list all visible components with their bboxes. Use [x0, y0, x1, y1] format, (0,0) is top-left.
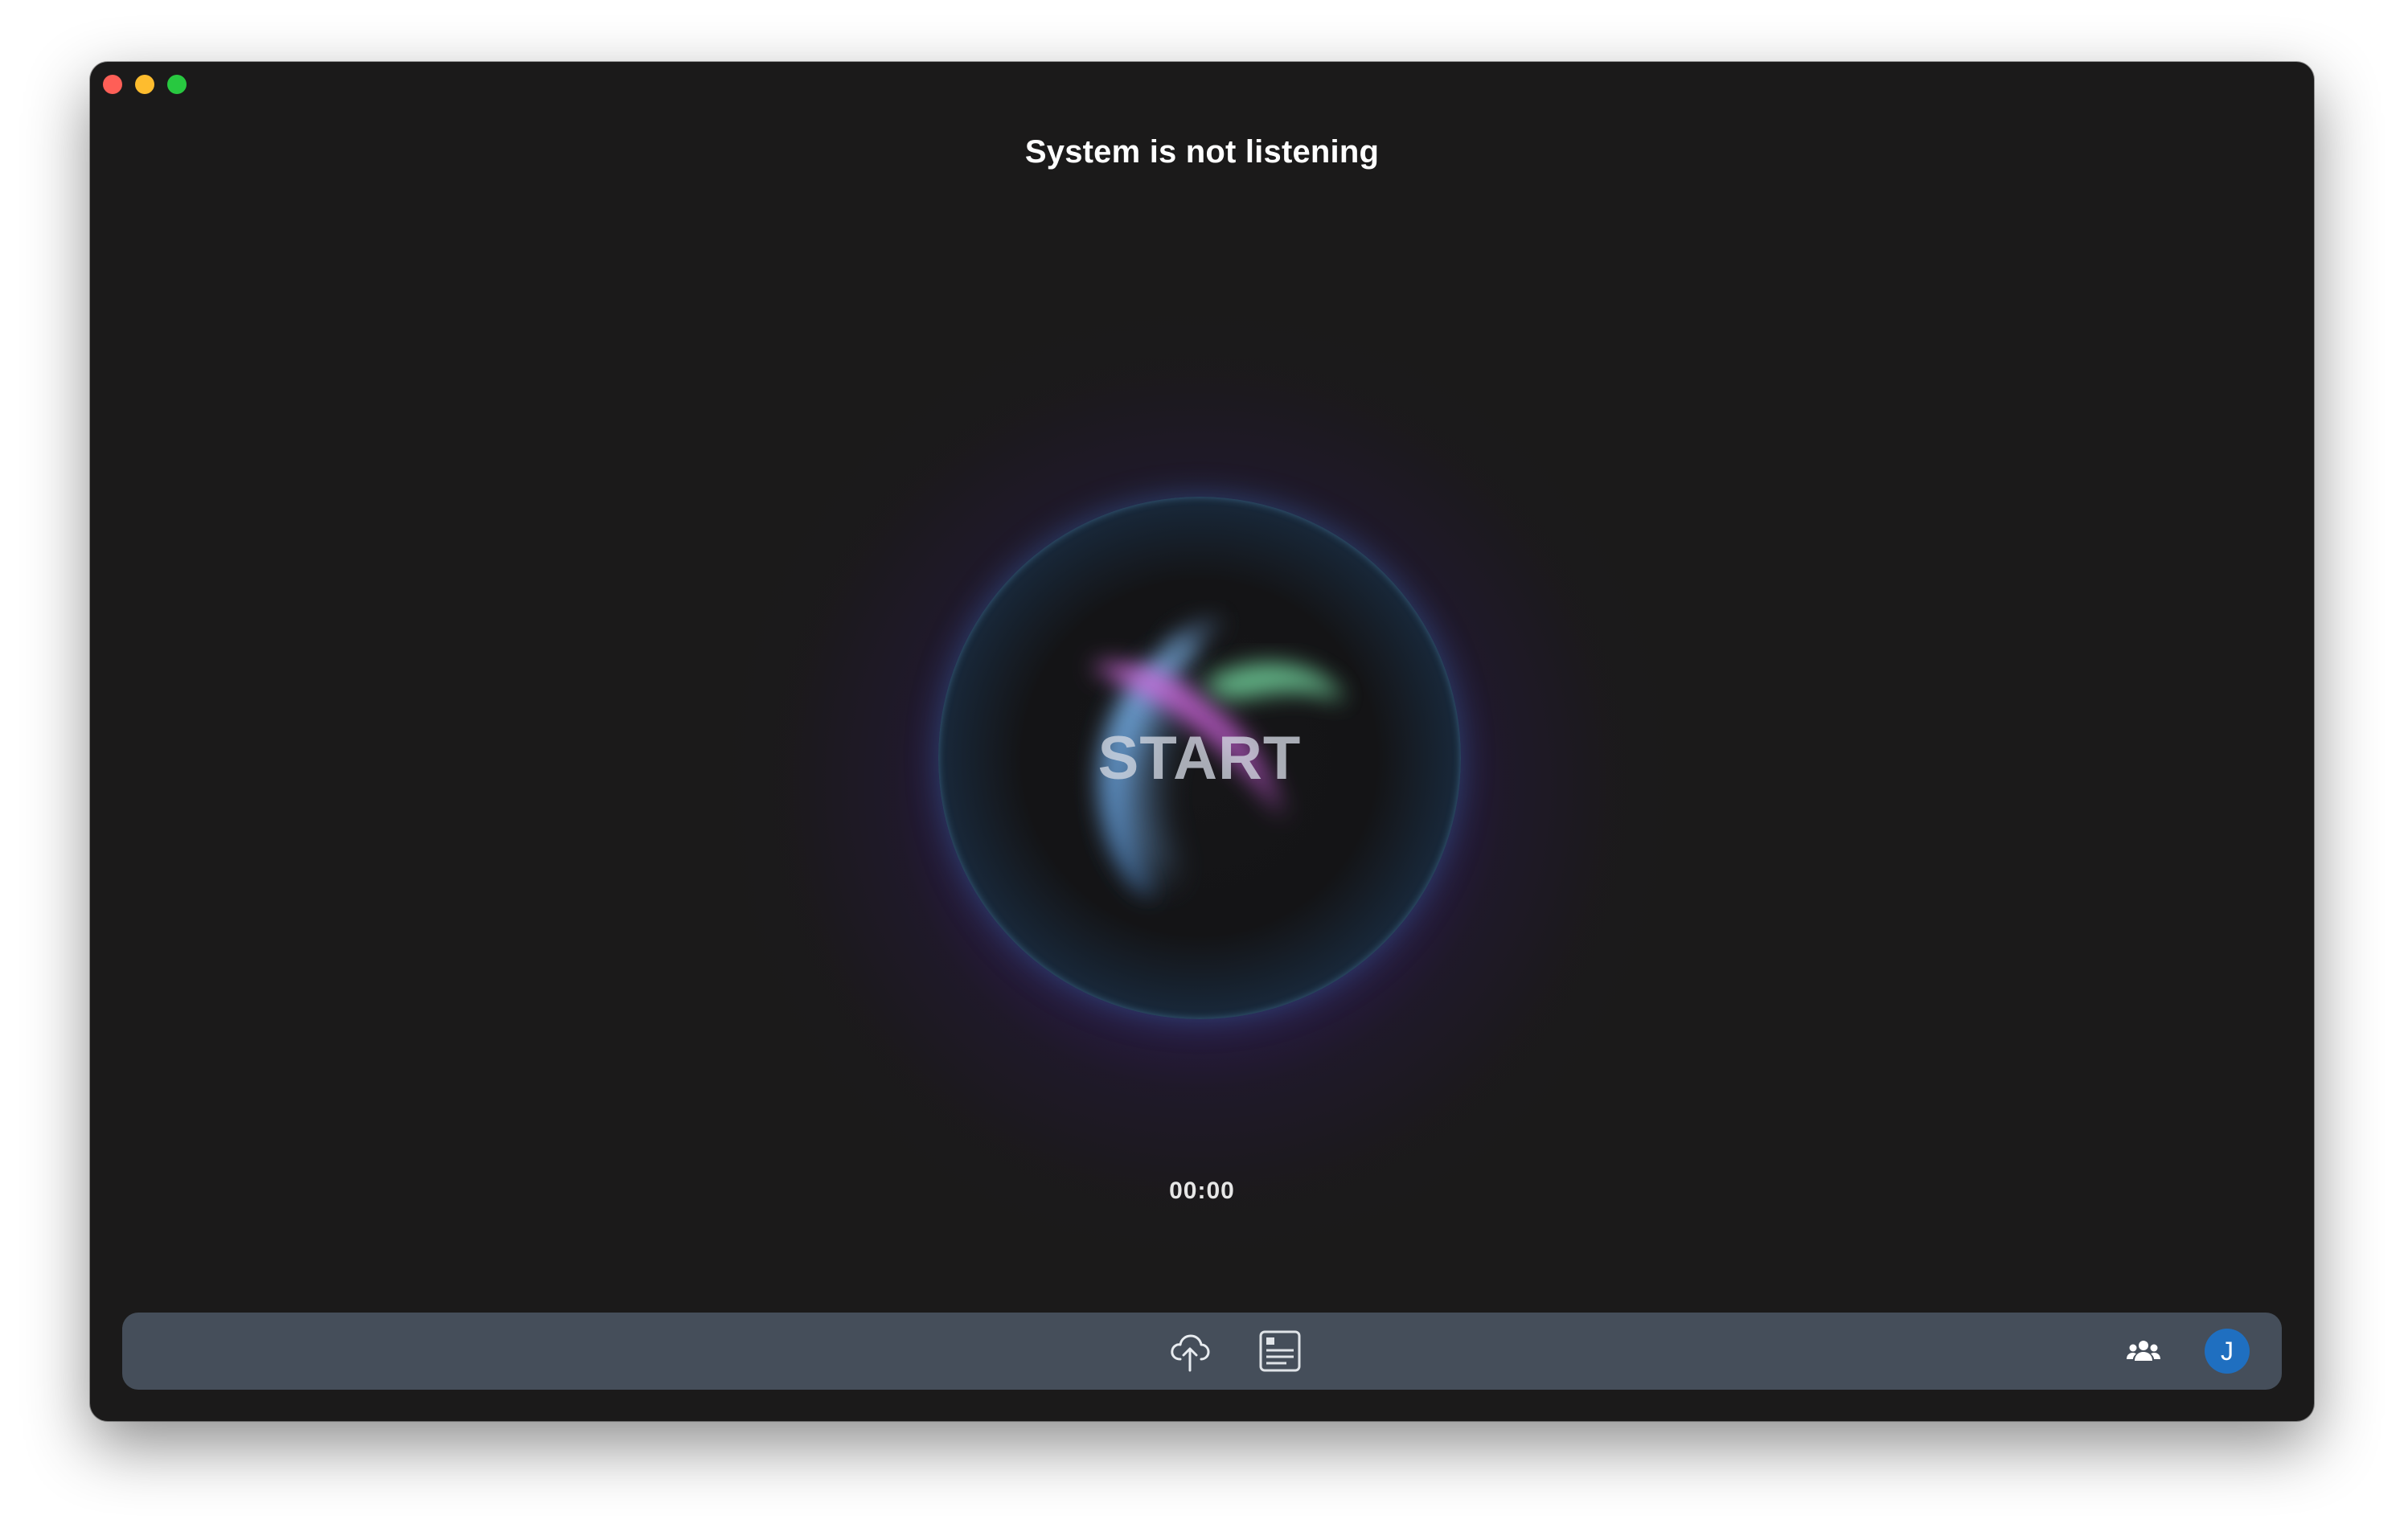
window-controls — [103, 75, 187, 94]
start-label: START — [1097, 723, 1302, 793]
user-avatar[interactable]: J — [2205, 1329, 2250, 1374]
close-window-button[interactable] — [103, 75, 122, 94]
cloud-upload-icon — [1171, 1334, 1210, 1372]
minimize-window-button[interactable] — [135, 75, 154, 94]
team-button[interactable] — [2119, 1327, 2168, 1375]
bottom-toolbar: J — [122, 1313, 2282, 1390]
app-window: System is not listening START 00:00 J — [90, 62, 2314, 1421]
start-button[interactable]: START — [938, 497, 1461, 1019]
recording-timer: 00:00 — [1169, 1178, 1235, 1204]
team-icon — [2127, 1341, 2160, 1361]
transcript-icon — [1259, 1330, 1301, 1372]
transcript-button[interactable] — [1256, 1327, 1304, 1375]
maximize-window-button[interactable] — [167, 75, 187, 94]
status-title: System is not listening — [1024, 134, 1380, 170]
upload-button[interactable] — [1166, 1327, 1214, 1375]
